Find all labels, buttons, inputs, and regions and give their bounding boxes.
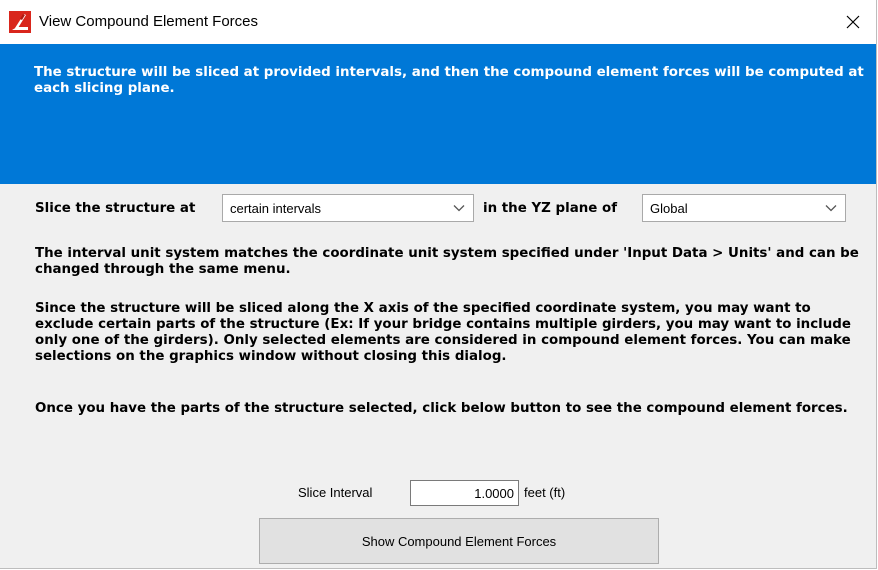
close-button[interactable] — [830, 0, 876, 44]
banner-text: The structure will be sliced at provided… — [34, 65, 864, 96]
coordinate-system-dropdown[interactable]: Global — [642, 194, 846, 222]
show-compound-element-forces-button[interactable]: Show Compound Element Forces — [259, 518, 659, 564]
slice-method-dropdown[interactable]: certain intervals — [222, 194, 474, 222]
action-note: Once you have the parts of the structure… — [35, 401, 848, 416]
units-note: The interval unit system matches the coo… — [35, 246, 859, 277]
dialog-window: View Compound Element Forces The structu… — [0, 0, 877, 569]
coordinate-system-value: Global — [650, 201, 688, 216]
close-icon — [846, 15, 860, 29]
title-bar[interactable]: View Compound Element Forces — [0, 0, 876, 44]
slice-interval-label: Slice Interval — [298, 485, 373, 500]
interval-unit-label: feet (ft) — [524, 485, 566, 500]
slice-method-value: certain intervals — [230, 201, 322, 216]
chevron-down-icon — [825, 205, 837, 212]
chevron-down-icon — [453, 205, 465, 212]
slice-at-label: Slice the structure at — [35, 201, 196, 216]
app-logo-icon — [9, 11, 31, 33]
info-banner: The structure will be sliced at provided… — [0, 44, 876, 184]
plane-label: in the YZ plane of — [483, 201, 618, 216]
slice-interval-input[interactable] — [410, 480, 519, 506]
selection-note: Since the structure will be sliced along… — [35, 301, 851, 364]
window-title: View Compound Element Forces — [39, 13, 258, 30]
